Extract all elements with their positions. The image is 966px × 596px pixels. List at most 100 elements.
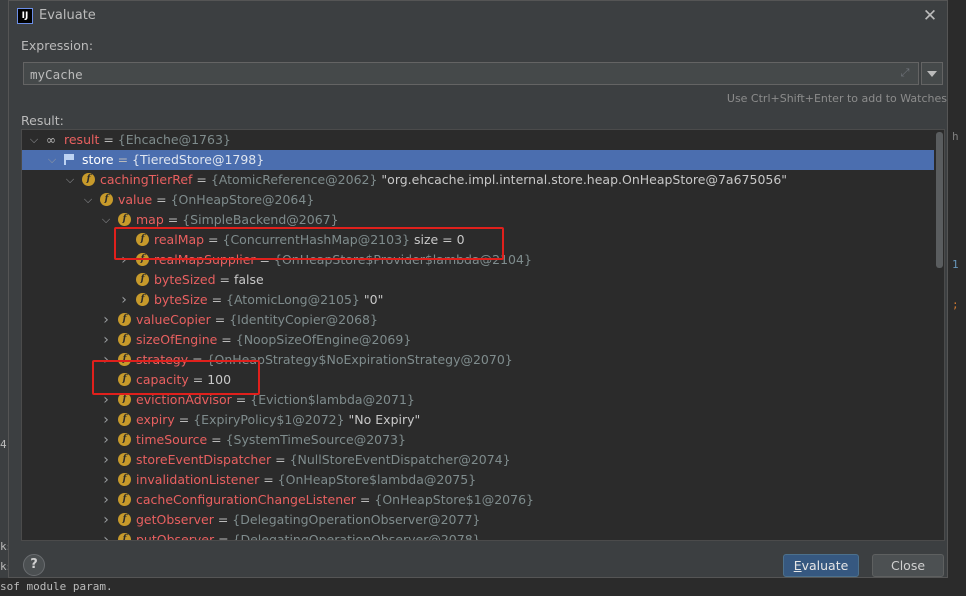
tree-row-valueCopier[interactable]: › f valueCopier = {IdentityCopier@2068}: [22, 310, 936, 330]
var-type: {SimpleBackend@2067}: [182, 212, 339, 227]
chevron-right-icon[interactable]: ›: [100, 450, 112, 470]
var-type: {OnHeapStore@2064}: [170, 192, 315, 207]
watches-hint: Use Ctrl+Shift+Enter to add to Watches: [726, 92, 947, 105]
tree-row-getObserver[interactable]: › f getObserver = {DelegatingOperationObse…: [22, 510, 936, 530]
var-type: {NullStoreEventDispatcher@2074}: [289, 452, 511, 467]
var-value: "org.ehcache.impl.internal.store.heap.On…: [381, 172, 788, 187]
evaluate-label: valuate: [801, 558, 849, 573]
tree-row-expiry[interactable]: › f expiry = {ExpiryPolicy$1@2072} "No Exp…: [22, 410, 936, 430]
tree-row-timeSource[interactable]: › f timeSource = {SystemTimeSource@2073}: [22, 430, 936, 450]
close-button[interactable]: Close: [872, 554, 944, 577]
watch-icon: ∞: [46, 133, 56, 147]
tree-row-text: cacheConfigurationChangeListener = {OnHe…: [136, 490, 534, 510]
chevron-down-icon[interactable]: ⌵: [46, 150, 58, 170]
chevron-right-icon[interactable]: ›: [118, 290, 130, 310]
var-type: {DelegatingOperationObserver@2077}: [232, 512, 481, 527]
var-value: "No Expiry": [348, 412, 421, 427]
chevron-right-icon[interactable]: ›: [100, 330, 112, 350]
scrollbar-thumb[interactable]: [936, 132, 943, 268]
equals-sign: =: [217, 332, 236, 347]
tree-row-byteSize[interactable]: › f byteSize = {AtomicLong@2105} "0": [22, 290, 936, 310]
var-name: cachingTierRef: [100, 172, 193, 187]
field-icon: f: [118, 513, 131, 526]
chevron-right-icon[interactable]: ›: [100, 510, 112, 530]
var-name: byteSized: [154, 272, 216, 287]
field-icon: f: [118, 493, 131, 506]
title-bar[interactable]: IJ Evaluate ✕: [9, 1, 947, 31]
var-type: {Ehcache@1763}: [117, 132, 231, 147]
chevron-right-icon[interactable]: ›: [100, 470, 112, 490]
expression-input[interactable]: [30, 66, 890, 82]
var-name: map: [136, 212, 164, 227]
tree-row-result[interactable]: ⌵ ∞ result = {Ehcache@1763}: [22, 130, 936, 150]
result-tree[interactable]: ⌵ ∞ result = {Ehcache@1763} ⌵ store = {Tiere…: [21, 129, 945, 541]
evaluate-dialog: IJ Evaluate ✕ Expression: ⤢ Use Ctrl+Shi…: [8, 0, 948, 578]
field-icon: f: [100, 193, 113, 206]
chevron-down-icon[interactable]: ⌵: [82, 190, 94, 210]
chevron-right-icon[interactable]: ›: [100, 410, 112, 430]
intellij-icon: IJ: [17, 8, 33, 24]
var-type: {ExpiryPolicy$1@2072}: [193, 412, 345, 427]
var-name: cacheConfigurationChangeListener: [136, 492, 356, 507]
equals-sign: =: [271, 452, 290, 467]
tree-row-text: invalidationListener = {OnHeapStore$lamb…: [136, 470, 476, 490]
tree-row-sizeOfEngine[interactable]: › f sizeOfEngine = {NoopSizeOfEngine@2069}: [22, 330, 936, 350]
equals-sign: =: [259, 472, 278, 487]
highlight-box-realmap: [114, 227, 504, 260]
field-icon: f: [118, 333, 131, 346]
equals-sign: =: [207, 292, 227, 307]
chevron-right-icon[interactable]: ›: [100, 530, 112, 540]
history-dropdown-button[interactable]: [921, 62, 943, 85]
result-label: Result:: [21, 113, 64, 128]
tree-row-text: cachingTierRef = {AtomicReference@2062} …: [100, 170, 787, 190]
equals-sign: =: [207, 432, 226, 447]
evaluate-button[interactable]: Evaluate: [783, 554, 859, 577]
equals-sign: =: [215, 272, 234, 287]
expression-label: Expression:: [21, 38, 94, 53]
chevron-right-icon[interactable]: ›: [100, 490, 112, 510]
tree-row-cacheConfigurationChangeListener[interactable]: › f cacheConfigurationChangeListener = {On…: [22, 490, 936, 510]
tree-row-text: expiry = {ExpiryPolicy$1@2072} "No Expir…: [136, 410, 420, 430]
chevron-right-icon[interactable]: ›: [100, 430, 112, 450]
var-name: invalidationListener: [136, 472, 260, 487]
tree-row-text: timeSource = {SystemTimeSource@2073}: [136, 430, 406, 450]
window-title: Evaluate: [39, 8, 96, 23]
tree-row-putObserver[interactable]: › f putObserver = {DelegatingOperationObse…: [22, 530, 936, 541]
chevron-down-icon[interactable]: ⌵: [100, 210, 112, 230]
field-icon: f: [136, 273, 149, 286]
var-type: {AtomicReference@2062}: [210, 172, 378, 187]
field-icon: f: [118, 453, 131, 466]
var-type: {OnHeapStore$1@2076}: [374, 492, 534, 507]
equals-sign: =: [355, 492, 375, 507]
equals-sign: =: [99, 132, 118, 147]
tree-row-byteSized[interactable]: f byteSized = false: [22, 270, 936, 290]
bg-fragment: 1: [952, 258, 959, 271]
tree-row-text: byteSized = false: [154, 270, 264, 290]
chevron-down-icon[interactable]: ⌵: [28, 130, 40, 150]
var-type: {IdentityCopier@2068}: [229, 312, 378, 327]
field-icon: f: [118, 533, 131, 540]
chevron-right-icon[interactable]: ›: [100, 310, 112, 330]
background-ide-left: [0, 0, 8, 596]
close-icon[interactable]: ✕: [919, 5, 941, 27]
var-type: {Eviction$lambda@2071}: [250, 392, 415, 407]
equals-sign: =: [213, 512, 233, 527]
scrollbar[interactable]: [934, 130, 944, 540]
expression-field[interactable]: ⤢: [23, 62, 919, 85]
equals-sign: =: [113, 152, 133, 167]
var-type: {NoopSizeOfEngine@2069}: [235, 332, 412, 347]
var-name: sizeOfEngine: [136, 332, 218, 347]
help-button[interactable]: ?: [23, 554, 45, 576]
var-name: getObserver: [136, 512, 214, 527]
tree-row-store[interactable]: ⌵ store = {TieredStore@1798}: [22, 150, 936, 170]
tree-row-invalidationListener[interactable]: › f invalidationListener = {OnHeapStore$la…: [22, 470, 936, 490]
tree-row-text: getObserver = {DelegatingOperationObserv…: [136, 510, 480, 530]
field-icon: f: [136, 293, 149, 306]
tree-row-value[interactable]: ⌵ f value = {OnHeapStore@2064}: [22, 190, 936, 210]
tree-row-storeEventDispatcher[interactable]: › f storeEventDispatcher = {NullStoreEvent…: [22, 450, 936, 470]
equals-sign: =: [214, 532, 233, 541]
chevron-down-icon[interactable]: ⌵: [64, 170, 76, 190]
expand-icon[interactable]: ⤢: [898, 66, 912, 80]
tree-row-cachingTierRef[interactable]: ⌵ f cachingTierRef = {AtomicReference@2062…: [22, 170, 936, 190]
var-name: valueCopier: [136, 312, 211, 327]
